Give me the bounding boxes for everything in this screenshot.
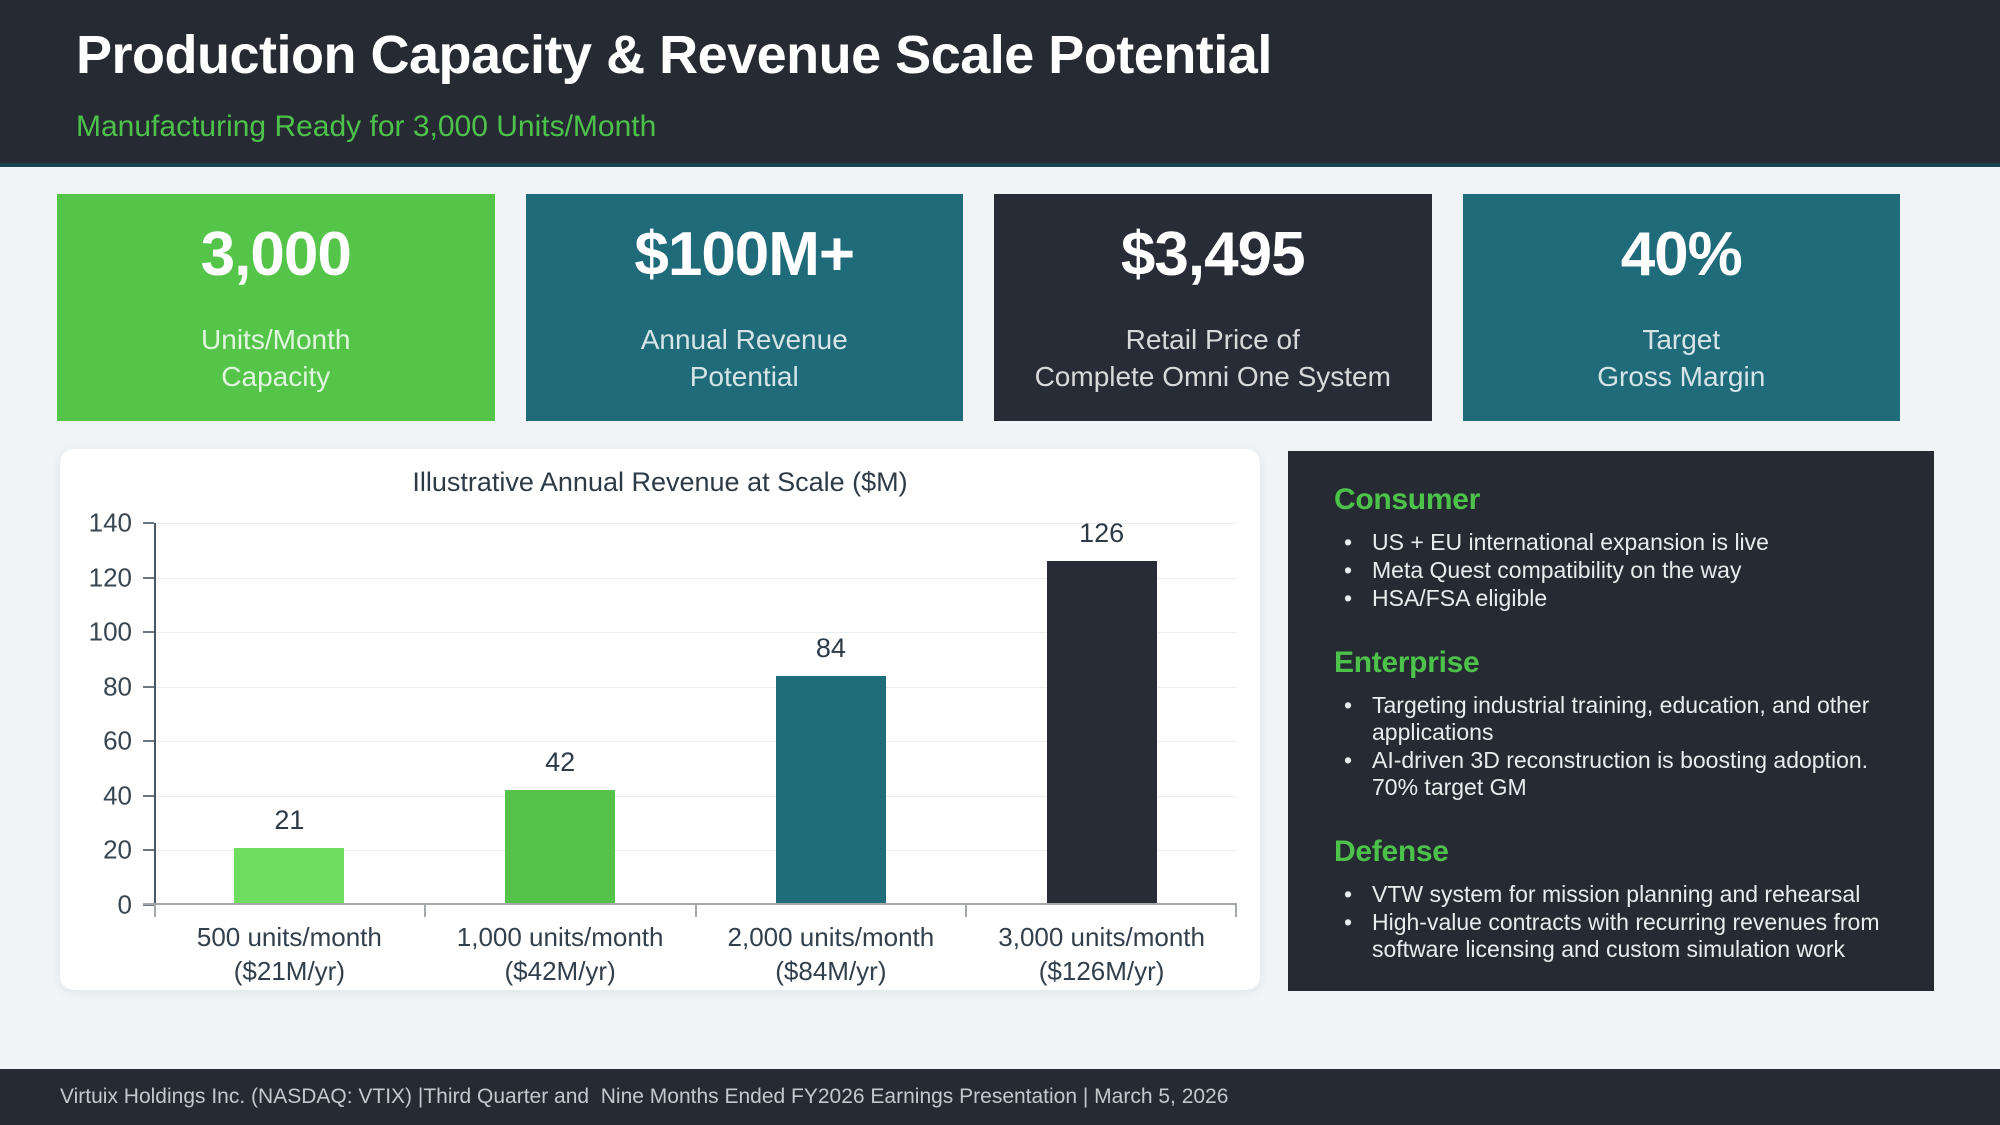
bar xyxy=(776,676,886,905)
kpi-card-retail-price: $3,495 Retail Price of Complete Omni One… xyxy=(994,194,1432,421)
bar-value-label: 126 xyxy=(1079,518,1124,549)
kpi-value: 40% xyxy=(1621,219,1742,290)
y-axis-tick-label: 0 xyxy=(118,890,132,921)
kpi-label: Units/Month Capacity xyxy=(201,322,350,396)
segment-defense: Defense VTW system for mission planning … xyxy=(1334,835,1888,963)
x-axis-tick xyxy=(424,905,426,917)
kpi-card-annual-revenue: $100M+ Annual Revenue Potential xyxy=(526,194,964,421)
list-item: Targeting industrial training, education… xyxy=(1334,692,1888,746)
list-item: VTW system for mission planning and rehe… xyxy=(1334,881,1888,908)
bar-chart-plot: 020406080100120140214284126 xyxy=(154,523,1237,905)
x-axis-tick xyxy=(1235,905,1237,917)
y-axis-tick-label: 80 xyxy=(103,671,132,702)
list-item: High-value contracts with recurring reve… xyxy=(1334,909,1888,963)
segment-heading: Consumer xyxy=(1334,483,1888,517)
footer-bar: Virtuix Holdings Inc. (NASDAQ: VTIX) |Th… xyxy=(0,1069,2000,1125)
y-axis-tick xyxy=(143,522,154,524)
kpi-value: 3,000 xyxy=(201,219,351,290)
bar xyxy=(234,848,344,905)
kpi-label: Retail Price of Complete Omni One System xyxy=(1035,322,1391,396)
x-axis-category-label: 500 units/month ($21M/yr) xyxy=(154,921,425,989)
x-axis-category-label: 2,000 units/month ($84M/yr) xyxy=(696,921,967,989)
page-subtitle: Manufacturing Ready for 3,000 Units/Mont… xyxy=(76,110,656,144)
segment-heading: Enterprise xyxy=(1334,646,1888,680)
segment-bullet-list: US + EU international expansion is liveM… xyxy=(1334,529,1888,612)
y-axis-tick xyxy=(143,686,154,688)
header-bar: Production Capacity & Revenue Scale Pote… xyxy=(0,0,2000,167)
x-axis-tick xyxy=(154,905,156,917)
kpi-label: Target Gross Margin xyxy=(1597,322,1765,396)
bar-value-label: 42 xyxy=(545,747,575,778)
y-axis-tick-label: 140 xyxy=(89,508,132,539)
kpi-card-gross-margin: 40% Target Gross Margin xyxy=(1463,194,1901,421)
kpi-value: $3,495 xyxy=(1121,219,1305,290)
bar-value-label: 84 xyxy=(816,633,846,664)
kpi-label: Annual Revenue Potential xyxy=(641,322,848,396)
segment-bullet-list: Targeting industrial training, education… xyxy=(1334,692,1888,801)
page-title: Production Capacity & Revenue Scale Pote… xyxy=(76,24,1272,86)
segments-panel: Consumer US + EU international expansion… xyxy=(1288,451,1934,991)
slide: Production Capacity & Revenue Scale Pote… xyxy=(0,0,2000,1125)
list-item: Meta Quest compatibility on the way xyxy=(1334,557,1888,584)
kpi-row: 3,000 Units/Month Capacity $100M+ Annual… xyxy=(57,194,1900,421)
y-axis-tick-label: 40 xyxy=(103,780,132,811)
y-axis-tick xyxy=(143,631,154,633)
gridline xyxy=(154,523,1237,524)
y-axis-tick xyxy=(143,577,154,579)
list-item: AI-driven 3D reconstruction is boosting … xyxy=(1334,747,1888,801)
y-axis-tick xyxy=(143,795,154,797)
y-axis-tick xyxy=(143,740,154,742)
bar-value-label: 21 xyxy=(274,805,304,836)
bar xyxy=(505,790,615,905)
y-axis-tick-label: 100 xyxy=(89,617,132,648)
kpi-value: $100M+ xyxy=(634,219,854,290)
bar xyxy=(1047,561,1157,905)
y-axis-line xyxy=(154,523,156,905)
segment-bullet-list: VTW system for mission planning and rehe… xyxy=(1334,881,1888,963)
list-item: US + EU international expansion is live xyxy=(1334,529,1888,556)
chart-card: Illustrative Annual Revenue at Scale ($M… xyxy=(60,449,1260,990)
y-axis-tick xyxy=(143,849,154,851)
footer-text: Virtuix Holdings Inc. (NASDAQ: VTIX) |Th… xyxy=(60,1085,1228,1109)
y-axis-tick-label: 120 xyxy=(89,562,132,593)
x-axis-category-label: 1,000 units/month ($42M/yr) xyxy=(425,921,696,989)
bar-chart-xlabels: 500 units/month ($21M/yr)1,000 units/mon… xyxy=(154,921,1237,985)
y-axis-tick-label: 60 xyxy=(103,726,132,757)
segment-consumer: Consumer US + EU international expansion… xyxy=(1334,483,1888,612)
x-axis-line xyxy=(143,903,1237,905)
chart-title: Illustrative Annual Revenue at Scale ($M… xyxy=(60,467,1260,498)
list-item: HSA/FSA eligible xyxy=(1334,585,1888,612)
x-axis-tick xyxy=(965,905,967,917)
x-axis-category-label: 3,000 units/month ($126M/yr) xyxy=(966,921,1237,989)
y-axis-tick-label: 20 xyxy=(103,835,132,866)
kpi-card-units-capacity: 3,000 Units/Month Capacity xyxy=(57,194,495,421)
segment-heading: Defense xyxy=(1334,835,1888,869)
segment-enterprise: Enterprise Targeting industrial training… xyxy=(1334,646,1888,801)
x-axis-tick xyxy=(695,905,697,917)
